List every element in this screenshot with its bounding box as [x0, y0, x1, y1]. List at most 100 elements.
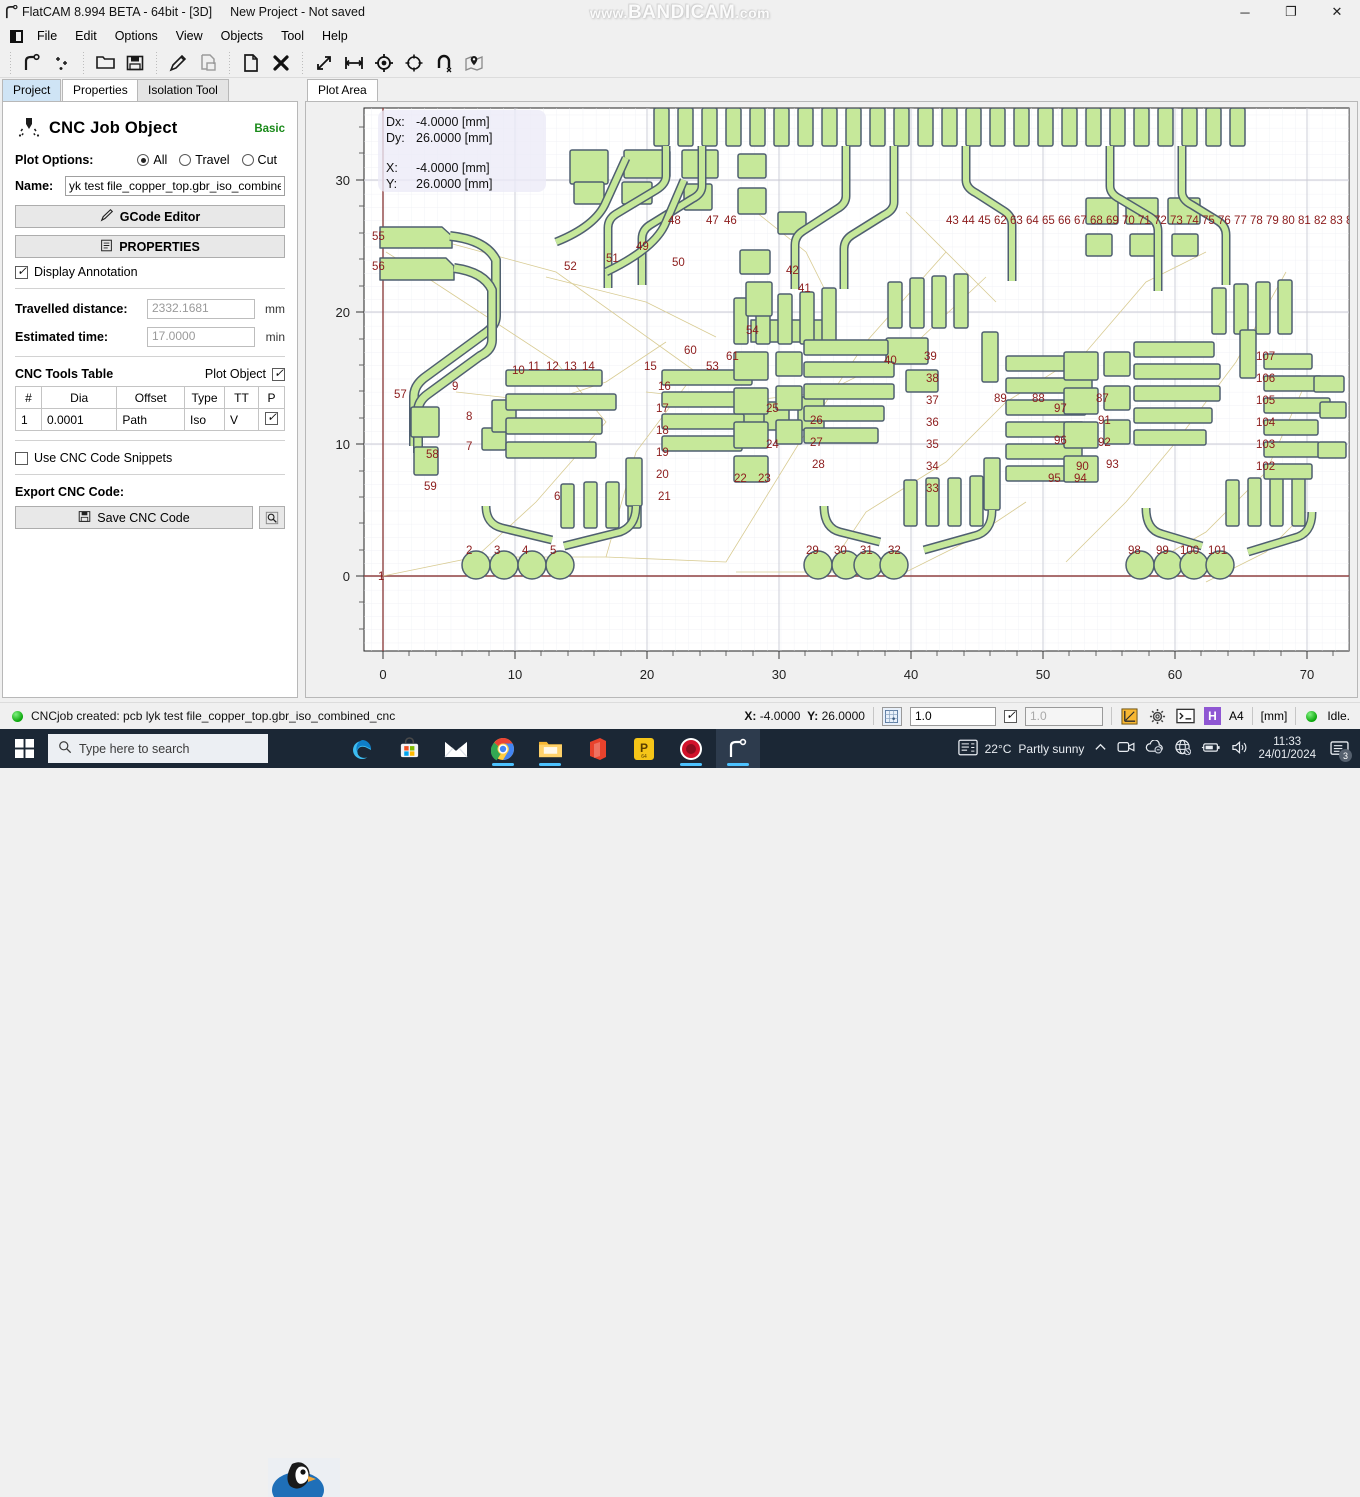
- menu-file[interactable]: File: [28, 27, 66, 45]
- grid-link-checkbox[interactable]: [1003, 708, 1017, 723]
- new-geometry-icon[interactable]: [17, 50, 47, 76]
- notification-center-button[interactable]: 3: [1326, 729, 1352, 768]
- snippets-row[interactable]: Use CNC Code Snippets: [15, 451, 285, 465]
- svg-text:34: 34: [926, 461, 939, 473]
- svg-text:31: 31: [860, 545, 873, 557]
- menu-view[interactable]: View: [167, 27, 212, 45]
- menu-tool[interactable]: Tool: [272, 27, 313, 45]
- taskbar-office[interactable]: [575, 729, 619, 768]
- x-tick-40: 40: [904, 667, 918, 682]
- browse-search-button[interactable]: [259, 506, 285, 529]
- table-row[interactable]: 1 0.0001 Path Iso V: [15, 408, 285, 431]
- snap-magnet-icon[interactable]: [429, 50, 459, 76]
- plot-object-checkbox[interactable]: [272, 366, 285, 381]
- taskbar-chrome[interactable]: [481, 729, 525, 768]
- svg-text:52: 52: [564, 261, 577, 273]
- paper-size-label[interactable]: A4: [1229, 709, 1244, 723]
- estimated-time-value: 17.0000: [147, 327, 255, 347]
- open-folder-icon[interactable]: [90, 50, 120, 76]
- taskbar-microsoft-store[interactable]: [387, 729, 431, 768]
- gcode-editor-button[interactable]: GCode Editor: [15, 205, 285, 228]
- tab-plot-area[interactable]: Plot Area: [307, 79, 378, 101]
- close-button[interactable]: ✕: [1314, 0, 1360, 24]
- tab-project[interactable]: Project: [2, 79, 62, 101]
- svg-text:24: 24: [766, 439, 779, 451]
- tab-isolation-tool[interactable]: Isolation Tool: [137, 79, 229, 101]
- maximize-button[interactable]: ❐: [1268, 0, 1314, 24]
- meet-now-icon[interactable]: [1117, 740, 1135, 757]
- plot-area[interactable]: 1 2345 678 9 10 11 12 13 14 15 16 17 18 19 20 21…: [305, 101, 1358, 698]
- taskbar-bandicam[interactable]: [669, 729, 713, 768]
- menu-edit[interactable]: Edit: [66, 27, 106, 45]
- cell-plot[interactable]: [258, 408, 285, 431]
- jump-to-icon[interactable]: [399, 50, 429, 76]
- axis-icon[interactable]: [1120, 706, 1140, 726]
- row-plot-checkbox[interactable]: [265, 410, 278, 425]
- radio-travel[interactable]: Travel: [179, 153, 230, 167]
- taskbar-edge[interactable]: [340, 729, 384, 768]
- network-icon[interactable]: [1174, 739, 1192, 758]
- start-button[interactable]: [0, 729, 48, 768]
- svg-text:15: 15: [644, 361, 657, 373]
- taskbar-pdf[interactable]: P 64: [622, 729, 666, 768]
- overlay-dy-label: Dy:: [386, 131, 405, 145]
- weather-widget[interactable]: 22°C Partly sunny: [957, 739, 1085, 759]
- clock[interactable]: 11:33 24/01/2024: [1258, 736, 1316, 762]
- weather-desc: Partly sunny: [1018, 741, 1085, 756]
- distance-diagonal-icon[interactable]: [309, 50, 339, 76]
- grid-y-input[interactable]: 1.0: [1024, 706, 1103, 726]
- menu-options[interactable]: Options: [106, 27, 167, 45]
- svg-text:45: 45: [978, 215, 991, 227]
- save-cnc-code-button[interactable]: Save CNC Code: [15, 506, 253, 529]
- search-box[interactable]: Type here to search: [48, 734, 268, 763]
- svg-text:54: 54: [746, 325, 759, 337]
- minimize-button[interactable]: ─: [1222, 0, 1268, 24]
- svg-text:99: 99: [1156, 545, 1169, 557]
- grid-x-input[interactable]: 1.0: [909, 706, 996, 726]
- display-annotation-checkbox[interactable]: [15, 264, 28, 279]
- svg-text:66: 66: [1058, 215, 1071, 227]
- save-object-icon[interactable]: [193, 50, 223, 76]
- svg-text:39: 39: [924, 351, 937, 363]
- delete-x-icon[interactable]: [266, 50, 296, 76]
- taskbar-mail[interactable]: [434, 729, 478, 768]
- display-annotation-row[interactable]: Display Annotation: [15, 264, 285, 279]
- copy-object-icon[interactable]: [236, 50, 266, 76]
- new-excellon-icon[interactable]: [47, 50, 77, 76]
- gear-icon[interactable]: [1148, 706, 1168, 726]
- x-tick-60: 60: [1168, 667, 1182, 682]
- edit-pencil-icon[interactable]: [163, 50, 193, 76]
- onedrive-icon[interactable]: [1145, 739, 1164, 757]
- taskbar-flatcam[interactable]: [716, 729, 760, 768]
- taskbar-widget-image[interactable]: [268, 1458, 340, 1497]
- svg-text:62: 62: [994, 215, 1007, 227]
- tray-expand-icon[interactable]: [1094, 741, 1107, 757]
- name-input[interactable]: [65, 176, 285, 196]
- snippets-checkbox[interactable]: [15, 451, 28, 465]
- locate-pin-icon[interactable]: [459, 50, 489, 76]
- shell-icon[interactable]: [1176, 706, 1196, 726]
- radio-all[interactable]: All: [137, 153, 167, 167]
- menu-objects[interactable]: Objects: [212, 27, 272, 45]
- activity-label: Idle.: [1327, 709, 1350, 723]
- set-origin-icon[interactable]: [369, 50, 399, 76]
- save-icon[interactable]: [120, 50, 150, 76]
- panel-toggle-icon[interactable]: [4, 26, 28, 46]
- volume-icon[interactable]: [1231, 740, 1248, 758]
- y-value: 26.0000: [821, 709, 865, 723]
- battery-icon[interactable]: [1201, 741, 1221, 757]
- svg-text:93: 93: [1106, 459, 1119, 471]
- distance-min-icon[interactable]: [339, 50, 369, 76]
- hud-toggle[interactable]: H: [1203, 707, 1221, 725]
- grid-icon[interactable]: [881, 706, 902, 726]
- svg-text:65: 65: [1042, 215, 1055, 227]
- taskbar-file-explorer[interactable]: [528, 729, 572, 768]
- toolpath-plot-svg[interactable]: 1 2345 678 910 11 12 13 14 151617 181920 21…: [306, 102, 1357, 697]
- svg-text:19: 19: [656, 447, 669, 459]
- properties-button[interactable]: PROPERTIES: [15, 235, 285, 258]
- units-label[interactable]: [mm]: [1261, 709, 1288, 723]
- tab-properties[interactable]: Properties: [62, 79, 139, 101]
- radio-cut[interactable]: Cut: [241, 153, 277, 167]
- plot-canvas[interactable]: 1 2345 678 9 10 11 12 13 14 15 16 17 18 19 20 21…: [306, 102, 1357, 697]
- menu-help[interactable]: Help: [313, 27, 357, 45]
